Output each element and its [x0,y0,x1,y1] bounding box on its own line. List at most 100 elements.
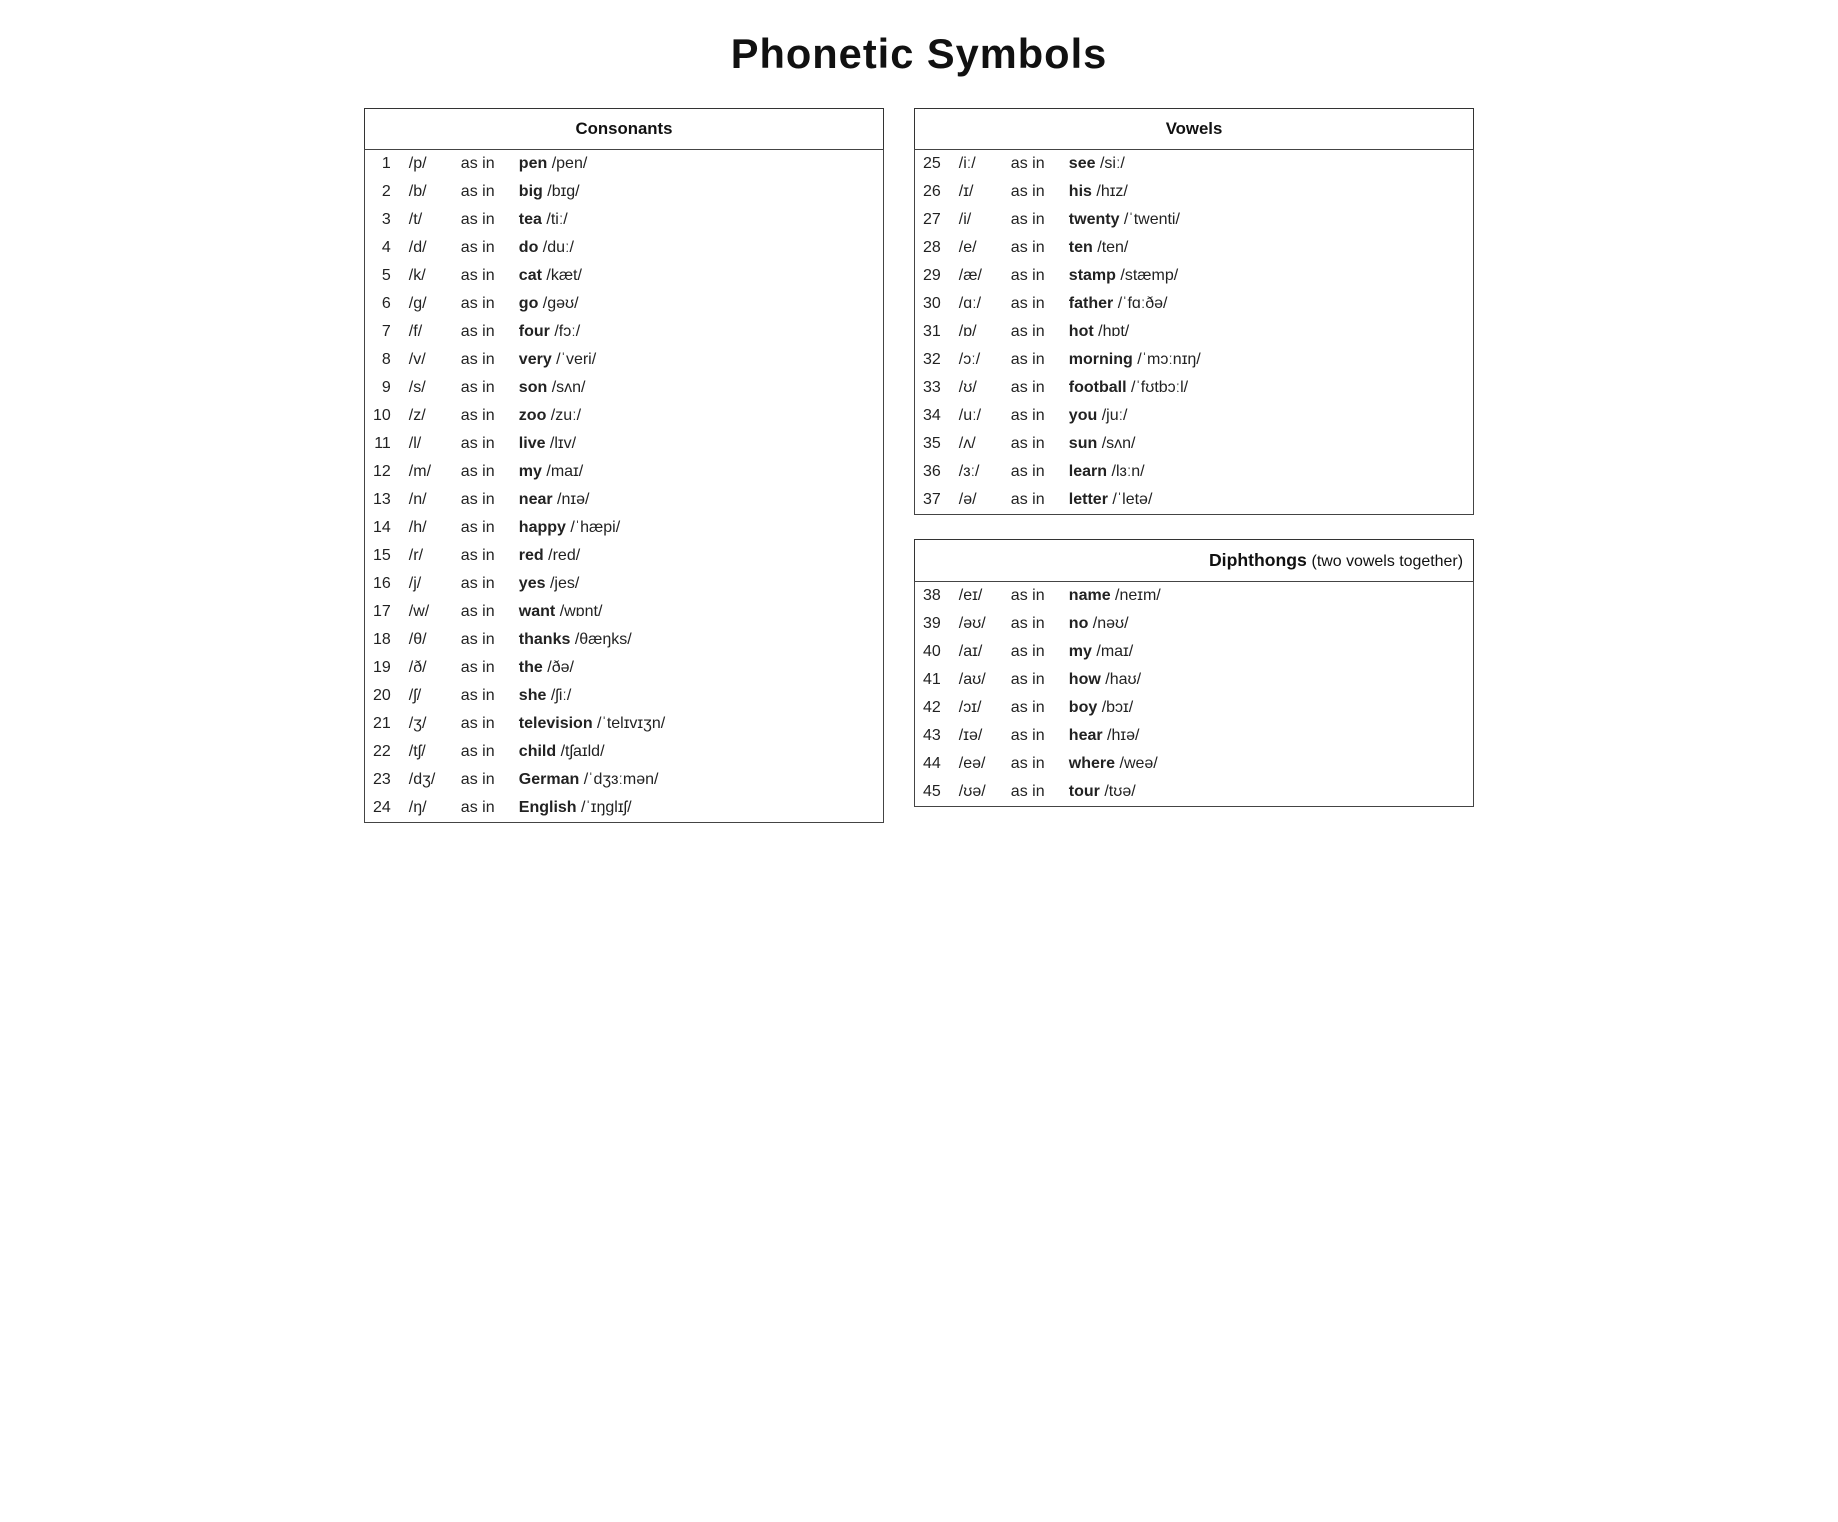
phonetic-symbol: /ʌ/ [951,430,1003,458]
row-number: 7 [365,318,401,346]
table-row: 30 /ɑː/ as in father /ˈfɑːðə/ [915,290,1474,318]
as-in-label: as in [453,570,511,598]
as-in-label: as in [1003,150,1061,179]
example-word: red /red/ [511,542,884,570]
phonetic-symbol: /n/ [401,486,453,514]
phonetic-symbol: /i/ [951,206,1003,234]
row-number: 23 [365,766,401,794]
table-row: 34 /uː/ as in you /juː/ [915,402,1474,430]
diphthongs-header: Diphthongs (two vowels together) [915,540,1474,582]
example-word: English /ˈɪŋglɪʃ/ [511,794,884,823]
example-word: tour /tʊə/ [1061,778,1474,807]
table-row: 38 /eɪ/ as in name /neɪm/ [915,582,1474,611]
phonetic-symbol: /ʒ/ [401,710,453,738]
vowels-table: Vowels 25 /iː/ as in see /siː/ 26 /ɪ/ as… [914,108,1474,515]
table-row: 28 /e/ as in ten /ten/ [915,234,1474,262]
table-row: 16 /j/ as in yes /jes/ [365,570,884,598]
example-word: thanks /θæŋks/ [511,626,884,654]
example-word: cat /kæt/ [511,262,884,290]
phonetic-symbol: /əʊ/ [951,610,1003,638]
phonetic-symbol: /ð/ [401,654,453,682]
as-in-label: as in [453,318,511,346]
as-in-label: as in [453,206,511,234]
as-in-label: as in [1003,610,1061,638]
example-word: ten /ten/ [1061,234,1474,262]
phonetic-symbol: /b/ [401,178,453,206]
phonetic-symbol: /iː/ [951,150,1003,179]
phonetic-symbol: /h/ [401,514,453,542]
row-number: 20 [365,682,401,710]
example-word: my /maɪ/ [511,458,884,486]
as-in-label: as in [1003,666,1061,694]
table-row: 45 /ʊə/ as in tour /tʊə/ [915,778,1474,807]
table-row: 43 /ɪə/ as in hear /hɪə/ [915,722,1474,750]
example-word: son /sʌn/ [511,374,884,402]
phonetic-symbol: /d/ [401,234,453,262]
table-row: 25 /iː/ as in see /siː/ [915,150,1474,179]
row-number: 36 [915,458,951,486]
as-in-label: as in [1003,638,1061,666]
table-row: 35 /ʌ/ as in sun /sʌn/ [915,430,1474,458]
as-in-label: as in [1003,178,1061,206]
example-word: name /neɪm/ [1061,582,1474,611]
table-row: 14 /h/ as in happy /ˈhæpi/ [365,514,884,542]
table-row: 11 /l/ as in live /lɪv/ [365,430,884,458]
example-word: German /ˈdʒɜːmən/ [511,766,884,794]
example-word: where /weə/ [1061,750,1474,778]
consonants-section: Consonants 1 /p/ as in pen /pen/ 2 /b/ a… [364,108,884,823]
example-word: letter /ˈletə/ [1061,486,1474,515]
table-row: 22 /tʃ/ as in child /tʃaɪld/ [365,738,884,766]
row-number: 18 [365,626,401,654]
table-row: 23 /dʒ/ as in German /ˈdʒɜːmən/ [365,766,884,794]
as-in-label: as in [1003,750,1061,778]
as-in-label: as in [453,178,511,206]
as-in-label: as in [1003,694,1061,722]
example-word: my /maɪ/ [1061,638,1474,666]
example-word: you /juː/ [1061,402,1474,430]
table-row: 21 /ʒ/ as in television /ˈtelɪvɪʒn/ [365,710,884,738]
row-number: 19 [365,654,401,682]
row-number: 3 [365,206,401,234]
phonetic-symbol: /j/ [401,570,453,598]
as-in-label: as in [453,374,511,402]
row-number: 15 [365,542,401,570]
as-in-label: as in [1003,458,1061,486]
phonetic-symbol: /r/ [401,542,453,570]
row-number: 22 [365,738,401,766]
row-number: 21 [365,710,401,738]
example-word: how /haʊ/ [1061,666,1474,694]
row-number: 38 [915,582,951,611]
example-word: father /ˈfɑːðə/ [1061,290,1474,318]
consonants-table: Consonants 1 /p/ as in pen /pen/ 2 /b/ a… [364,108,884,823]
phonetic-symbol: /eə/ [951,750,1003,778]
as-in-label: as in [1003,430,1061,458]
example-word: boy /bɔɪ/ [1061,694,1474,722]
vowels-header: Vowels [915,109,1474,150]
phonetic-symbol: /l/ [401,430,453,458]
as-in-label: as in [1003,778,1061,807]
example-word: hear /hɪə/ [1061,722,1474,750]
example-word: no /nəʊ/ [1061,610,1474,638]
row-number: 42 [915,694,951,722]
row-number: 10 [365,402,401,430]
row-number: 43 [915,722,951,750]
row-number: 5 [365,262,401,290]
phonetic-symbol: /uː/ [951,402,1003,430]
phonetic-symbol: /g/ [401,290,453,318]
as-in-label: as in [453,402,511,430]
row-number: 11 [365,430,401,458]
example-word: near /nɪə/ [511,486,884,514]
as-in-label: as in [453,738,511,766]
table-row: 32 /ɔː/ as in morning /ˈmɔːnɪŋ/ [915,346,1474,374]
row-number: 9 [365,374,401,402]
example-word: do /duː/ [511,234,884,262]
row-number: 4 [365,234,401,262]
row-number: 26 [915,178,951,206]
example-word: hot /hɒt/ [1061,318,1474,346]
row-number: 8 [365,346,401,374]
row-number: 28 [915,234,951,262]
example-word: yes /jes/ [511,570,884,598]
as-in-label: as in [453,514,511,542]
phonetic-symbol: /ɒ/ [951,318,1003,346]
table-row: 29 /æ/ as in stamp /stæmp/ [915,262,1474,290]
